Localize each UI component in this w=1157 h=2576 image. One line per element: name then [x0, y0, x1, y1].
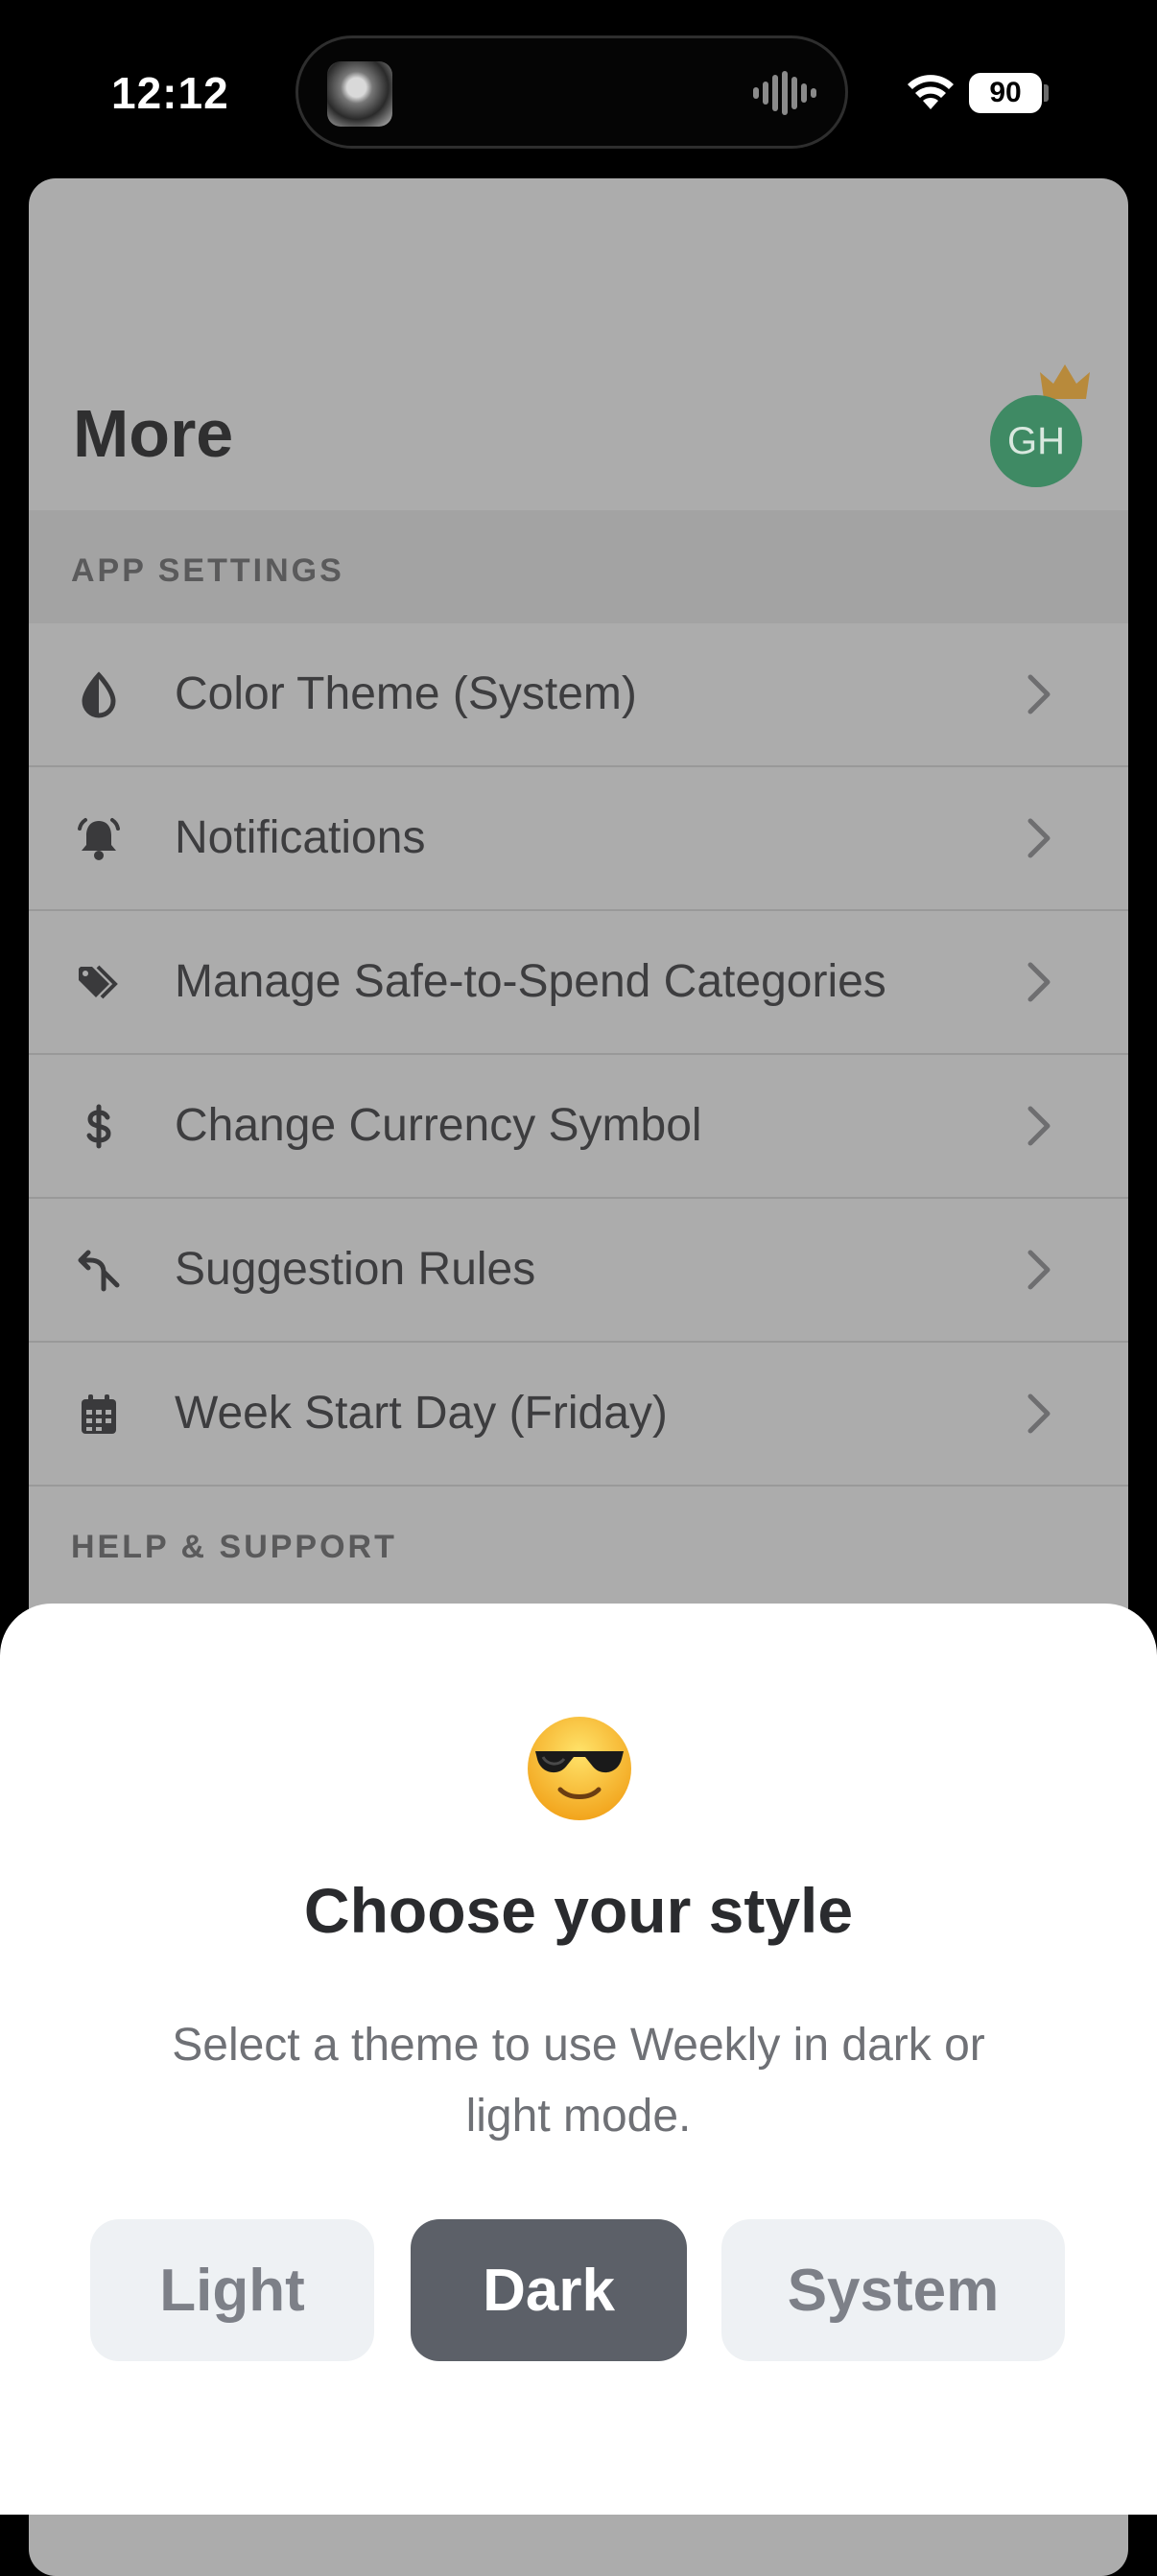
battery-tip — [1044, 84, 1049, 102]
chevron-right-icon — [1027, 1250, 1051, 1290]
now-playing-artwork — [327, 61, 392, 127]
dollar-icon — [86, 1104, 111, 1149]
chevron-right-icon — [1027, 1393, 1051, 1434]
chevron-right-icon — [1027, 1106, 1051, 1146]
theme-option-dark[interactable]: Dark — [411, 2219, 687, 2361]
split-arrow-icon — [78, 1250, 120, 1292]
section-header-app-settings: APP SETTINGS — [29, 510, 1128, 623]
dynamic-island[interactable] — [295, 35, 848, 149]
chevron-right-icon — [1027, 962, 1051, 1002]
settings-row-label: Change Currency Symbol — [175, 1100, 702, 1151]
settings-row-label: Notifications — [175, 812, 426, 863]
theme-picker-sheet: Choose your style Select a theme to use … — [0, 1604, 1157, 2515]
status-time: 12:12 — [111, 68, 229, 118]
tags-icon — [79, 965, 118, 999]
page-title: More — [73, 396, 234, 471]
settings-row-suggestion-rules[interactable]: Suggestion Rules — [29, 1199, 1128, 1343]
settings-row-week-start[interactable]: Week Start Day (Friday) — [29, 1343, 1128, 1487]
section-header-help-support: HELP & SUPPORT — [29, 1487, 1128, 1600]
settings-row-color-theme[interactable]: Color Theme (System) — [29, 623, 1128, 767]
sheet-subtitle: Select a theme to use Weekly in dark or … — [172, 2020, 985, 2142]
status-bar: 12:12 90 — [0, 0, 1157, 173]
settings-row-categories[interactable]: Manage Safe-to-Spend Categories — [29, 911, 1128, 1055]
settings-row-label: Color Theme (System) — [175, 668, 637, 719]
sunglasses-face-icon — [528, 1717, 631, 1820]
theme-option-system[interactable]: System — [721, 2219, 1065, 2361]
section-header-label: APP SETTINGS — [71, 552, 344, 589]
sheet-title: Choose your style — [303, 1875, 854, 1946]
bell-icon — [78, 818, 120, 860]
audio-waveform-icon — [753, 71, 816, 115]
settings-row-label: Suggestion Rules — [175, 1244, 536, 1295]
settings-row-notifications[interactable]: Notifications — [29, 767, 1128, 911]
wifi-icon — [908, 75, 954, 109]
droplet-half-icon — [82, 671, 116, 718]
battery-indicator: 90 — [969, 73, 1042, 113]
chevron-right-icon — [1027, 674, 1051, 714]
chevron-right-icon — [1027, 818, 1051, 858]
theme-option-light[interactable]: Light — [90, 2219, 374, 2361]
settings-row-label: Week Start Day (Friday) — [175, 1388, 668, 1439]
avatar[interactable]: GH — [990, 395, 1082, 487]
settings-row-currency[interactable]: Change Currency Symbol — [29, 1055, 1128, 1199]
settings-row-label: Manage Safe-to-Spend Categories — [175, 956, 886, 1007]
section-header-label: HELP & SUPPORT — [71, 1529, 397, 1565]
calendar-icon — [82, 1394, 116, 1434]
